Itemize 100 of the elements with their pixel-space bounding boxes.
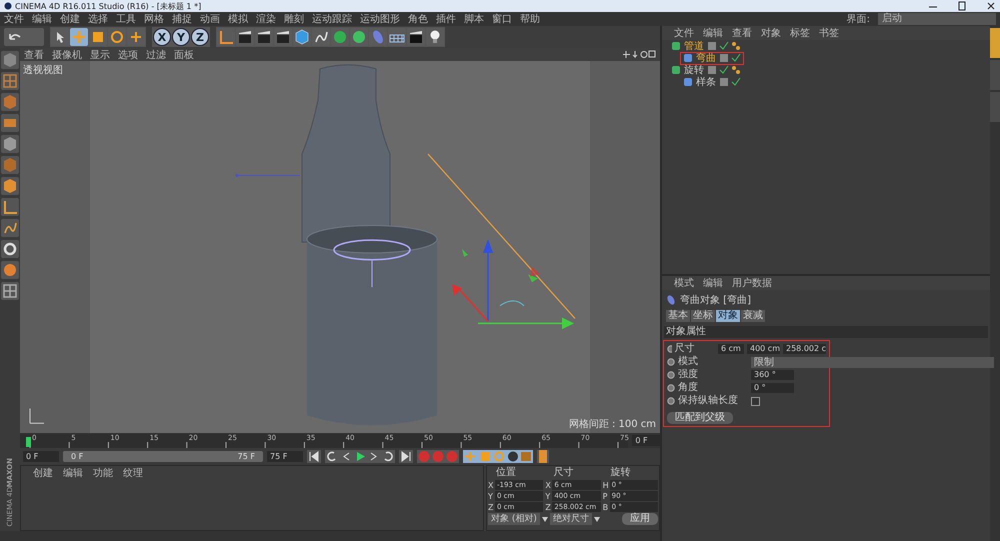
frame-range-slider[interactable]: 0 F 75 F bbox=[63, 451, 263, 462]
bend-deformer-ring[interactable] bbox=[333, 239, 411, 288]
sphere-icon[interactable] bbox=[331, 28, 349, 46]
menu-item[interactable]: 工具 bbox=[116, 12, 136, 26]
animate-dot-icon[interactable] bbox=[667, 384, 675, 392]
attributes-menu-item[interactable]: 用户数据 bbox=[732, 276, 772, 290]
menu-item[interactable]: 网格 bbox=[144, 12, 164, 26]
object-menu-item[interactable]: 书签 bbox=[819, 26, 839, 40]
current-frame-field[interactable]: 0 F bbox=[632, 435, 660, 446]
material-menu-item[interactable]: 创建 bbox=[33, 466, 53, 480]
layout-label: 界面: bbox=[846, 13, 870, 26]
menu-item[interactable]: 运动图形 bbox=[360, 12, 400, 26]
visibility-toggles-icon[interactable] bbox=[719, 77, 741, 87]
clapper-icon[interactable] bbox=[274, 28, 292, 46]
axis-label: Y bbox=[488, 492, 494, 500]
menu-item[interactable]: 角色 bbox=[408, 12, 428, 26]
menu-item[interactable]: 编辑 bbox=[32, 12, 52, 26]
object-menu-item[interactable]: 对象 bbox=[761, 26, 781, 40]
animate-dot-icon[interactable] bbox=[667, 371, 675, 379]
view-navigation-icons[interactable] bbox=[622, 50, 656, 59]
object-name[interactable]: 样条 bbox=[696, 76, 716, 88]
menu-item[interactable]: 运动跟踪 bbox=[312, 12, 352, 26]
menu-item[interactable]: 窗口 bbox=[492, 12, 512, 26]
viewport-menu-item[interactable]: 过滤 bbox=[146, 48, 166, 62]
number-field[interactable]: 360 ° bbox=[751, 370, 794, 380]
axis-gizmo-drawing[interactable] bbox=[452, 239, 574, 330]
apply-button[interactable]: 应用 bbox=[622, 513, 658, 525]
playback-controls-icon[interactable] bbox=[325, 450, 395, 463]
menu-item[interactable]: 模拟 bbox=[228, 12, 248, 26]
go-to-start-icon[interactable] bbox=[307, 450, 321, 463]
menu-item[interactable]: 帮助 bbox=[520, 12, 540, 26]
number-field[interactable]: 400 cm bbox=[746, 344, 780, 354]
menu-item[interactable]: 雕刻 bbox=[284, 12, 304, 26]
restore-icon[interactable] bbox=[957, 1, 967, 11]
material-menu-item[interactable]: 纹理 bbox=[123, 466, 143, 480]
menu-item[interactable]: 捕捉 bbox=[172, 12, 192, 26]
start-frame-field[interactable]: 0 F bbox=[23, 451, 59, 462]
menu-item[interactable]: 动画 bbox=[200, 12, 220, 26]
checker-icon[interactable] bbox=[1, 72, 19, 90]
rotate-icon[interactable] bbox=[108, 28, 126, 46]
menu-item[interactable]: 脚本 bbox=[464, 12, 484, 26]
match-to-parent-button[interactable]: 匹配到父级 bbox=[667, 412, 733, 424]
viewport-menu-item[interactable]: 面板 bbox=[174, 48, 194, 62]
attribute-tab[interactable]: 对象 bbox=[716, 310, 740, 322]
film-strip-icon[interactable] bbox=[537, 450, 549, 463]
clapper-icon[interactable] bbox=[236, 28, 254, 46]
object-menu-item[interactable]: 编辑 bbox=[703, 26, 723, 40]
cube-icon[interactable] bbox=[293, 28, 311, 46]
animate-dot-icon[interactable] bbox=[667, 358, 675, 366]
material-menu-item[interactable]: 编辑 bbox=[63, 466, 83, 480]
attribute-tab[interactable]: 基本 bbox=[666, 310, 690, 322]
checkbox[interactable] bbox=[751, 396, 760, 406]
corner-icon[interactable] bbox=[1, 198, 19, 216]
visibility-toggles-icon[interactable] bbox=[719, 53, 741, 63]
attributes-menu-item[interactable]: 编辑 bbox=[703, 276, 723, 290]
playhead[interactable] bbox=[26, 436, 31, 446]
object-menu-item[interactable]: 标签 bbox=[790, 26, 810, 40]
dropdown-caret-icon[interactable] bbox=[594, 516, 600, 522]
dropdown-caret-icon[interactable] bbox=[542, 516, 548, 522]
menu-item[interactable]: 创建 bbox=[60, 12, 80, 26]
axis-lock-button[interactable]: Y bbox=[172, 28, 190, 46]
material-menu-item[interactable]: 功能 bbox=[93, 466, 113, 480]
close-icon[interactable] bbox=[986, 1, 996, 11]
viewport-menu-item[interactable]: 查看 bbox=[24, 48, 44, 62]
undo-icon[interactable] bbox=[4, 28, 44, 46]
mode-dropdown[interactable]: 限制 bbox=[751, 356, 994, 368]
axis-lock-button[interactable]: X bbox=[153, 28, 171, 46]
visibility-toggles-icon[interactable] bbox=[707, 41, 729, 51]
menu-item[interactable]: 渲染 bbox=[256, 12, 276, 26]
object-name[interactable]: 旋转 bbox=[684, 64, 704, 76]
animate-dot-icon[interactable] bbox=[667, 397, 675, 405]
object-menu-item[interactable]: 查看 bbox=[732, 26, 752, 40]
coordinate-mode-dropdown[interactable]: 对象 (相对) bbox=[488, 513, 540, 525]
grid-icon[interactable] bbox=[1, 282, 19, 300]
menu-item[interactable]: 文件 bbox=[4, 12, 24, 26]
object-name[interactable]: 管道 bbox=[684, 40, 704, 52]
menu-item[interactable]: 选择 bbox=[88, 12, 108, 26]
viewport-menu-item[interactable]: 显示 bbox=[90, 48, 110, 62]
attributes-menu-item[interactable]: 模式 bbox=[674, 276, 694, 290]
attribute-tab[interactable]: 衰减 bbox=[741, 310, 765, 322]
clapper-icon[interactable] bbox=[255, 28, 273, 46]
visibility-toggles-icon[interactable] bbox=[707, 65, 729, 75]
number-field[interactable]: 258.002 c bbox=[783, 344, 826, 354]
layout-dropdown[interactable]: 启动 bbox=[878, 13, 996, 25]
axis-lock-button[interactable]: Z bbox=[191, 28, 209, 46]
cube-mode-icon[interactable] bbox=[1, 177, 19, 195]
cube-mode-icon[interactable] bbox=[1, 135, 19, 153]
go-to-end-icon[interactable] bbox=[399, 450, 413, 463]
attribute-tab[interactable]: 坐标 bbox=[691, 310, 715, 322]
menu-item[interactable]: 插件 bbox=[436, 12, 456, 26]
viewport-menu-item[interactable]: 选项 bbox=[118, 48, 138, 62]
object-name[interactable]: 弯曲 bbox=[696, 52, 716, 64]
viewport-menu-item[interactable]: 摄像机 bbox=[52, 48, 82, 62]
object-menu-item[interactable]: 文件 bbox=[674, 26, 694, 40]
size-mode-dropdown[interactable]: 绝对尺寸 bbox=[550, 513, 592, 525]
camera-icon[interactable] bbox=[407, 28, 425, 46]
end-frame-field[interactable]: 75 F bbox=[267, 451, 303, 462]
key-filter-icons[interactable] bbox=[463, 450, 533, 463]
number-field[interactable]: 0 ° bbox=[751, 383, 794, 393]
number-field[interactable]: 6 cm bbox=[718, 344, 744, 354]
